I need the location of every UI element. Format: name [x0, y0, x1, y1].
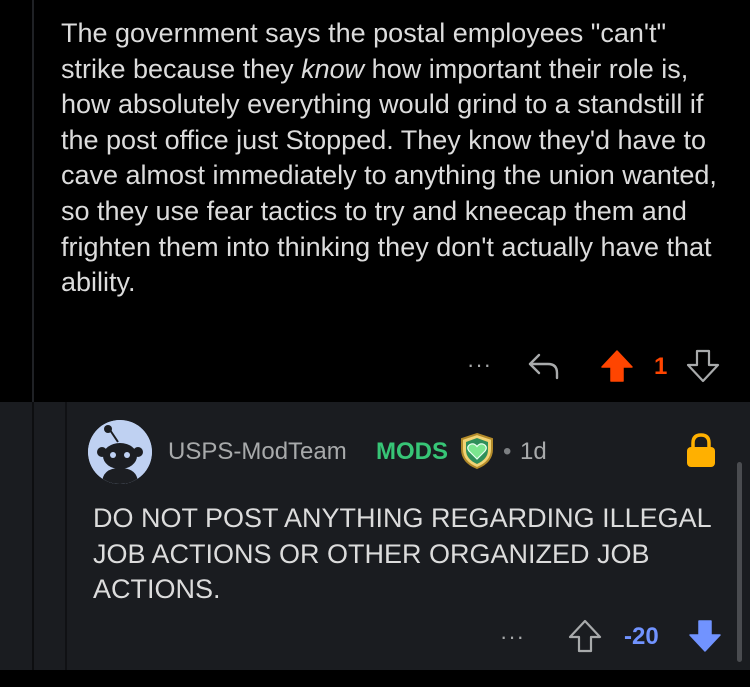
- reply-action-bar: ··· -20: [0, 616, 750, 658]
- upvote-arrow-icon[interactable]: [568, 619, 602, 653]
- parent-body-text-end: how important their role is, how absolut…: [61, 53, 717, 298]
- mod-reply-comment: USPS-ModTeam MODS • 1d DO NOT POST ANYTH…: [0, 402, 750, 670]
- mods-flair: MODS: [376, 438, 448, 465]
- parent-comment-body: The government says the postal employees…: [61, 16, 733, 301]
- parent-action-bar: ··· 1: [0, 346, 750, 388]
- meta-separator: •: [503, 438, 512, 465]
- downvote-arrow-icon[interactable]: [686, 349, 720, 383]
- comment-timestamp: 1d: [520, 438, 547, 465]
- lock-icon: [687, 433, 715, 467]
- mod-reply-body: DO NOT POST ANYTHING REGARDING ILLEGAL J…: [93, 503, 711, 604]
- upvote-arrow-icon[interactable]: [600, 349, 634, 383]
- scrollbar[interactable]: [737, 462, 742, 662]
- mod-shield-heart-icon: [461, 432, 493, 470]
- reply-score: -20: [624, 623, 659, 650]
- more-options-button[interactable]: ···: [467, 354, 492, 376]
- snoo-avatar-icon[interactable]: [88, 420, 152, 484]
- comment-author[interactable]: USPS-ModTeam: [168, 437, 347, 467]
- bottom-edge: [0, 670, 750, 687]
- parent-body-emphasis: know: [301, 53, 365, 84]
- downvote-arrow-icon[interactable]: [688, 619, 722, 653]
- parent-comment: The government says the postal employees…: [0, 0, 750, 402]
- parent-score: 1: [654, 353, 668, 380]
- thread-line[interactable]: [32, 0, 34, 402]
- more-options-button[interactable]: ···: [500, 626, 525, 648]
- reply-arrow-icon[interactable]: [526, 351, 560, 381]
